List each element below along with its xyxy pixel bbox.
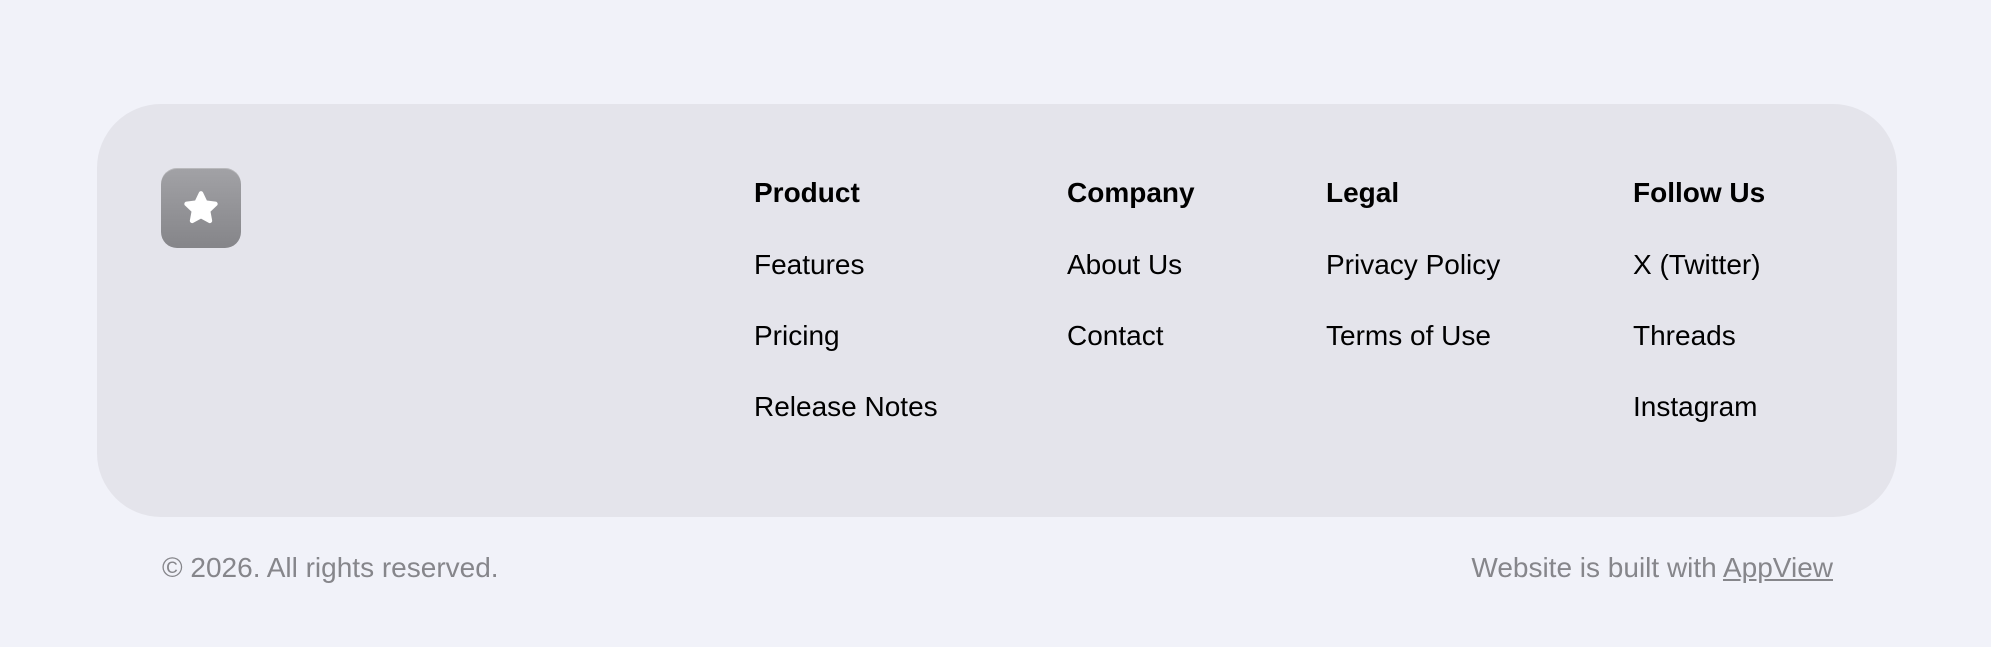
link-list-product: Features Pricing Release Notes (754, 248, 938, 429)
app-logo[interactable] (161, 168, 241, 248)
list-item: Instagram (1633, 390, 1765, 429)
list-item: Threads (1633, 319, 1765, 358)
column-heading-follow-us: Follow Us (1633, 177, 1766, 208)
list-item: Features (754, 248, 938, 287)
built-with-credit: Website is built with AppView (1471, 552, 1833, 584)
link-features[interactable]: Features (754, 249, 865, 280)
appview-link[interactable]: AppView (1723, 552, 1833, 583)
column-heading-company: Company (1067, 177, 1195, 208)
column-heading-product: Product (754, 177, 860, 208)
link-list-legal: Privacy Policy Terms of Use (1326, 248, 1500, 358)
link-list-company: About Us Contact (1067, 248, 1195, 358)
credit-prefix: Website is built with (1471, 552, 1723, 583)
column-heading-legal: Legal (1326, 177, 1400, 208)
footer-bottom-bar: © 2026. All rights reserved. Website is … (162, 552, 1833, 584)
link-x-twitter[interactable]: X (Twitter) (1633, 249, 1761, 280)
list-item: Privacy Policy (1326, 248, 1500, 287)
footer-column-follow-us: Follow Us X (Twitter) Threads Instagram (1633, 176, 1765, 461)
link-instagram[interactable]: Instagram (1633, 391, 1758, 422)
footer-card: Product Features Pricing Release Notes C… (97, 104, 1897, 517)
list-item: Release Notes (754, 390, 938, 429)
link-contact[interactable]: Contact (1067, 320, 1164, 351)
footer-column-company: Company About Us Contact (1067, 176, 1195, 390)
list-item: About Us (1067, 248, 1195, 287)
footer-column-legal: Legal Privacy Policy Terms of Use (1326, 176, 1500, 390)
link-threads[interactable]: Threads (1633, 320, 1736, 351)
list-item: Pricing (754, 319, 938, 358)
footer-column-product: Product Features Pricing Release Notes (754, 176, 938, 461)
link-list-follow-us: X (Twitter) Threads Instagram (1633, 248, 1765, 429)
list-item: Contact (1067, 319, 1195, 358)
list-item: X (Twitter) (1633, 248, 1765, 287)
link-about-us[interactable]: About Us (1067, 249, 1182, 280)
link-privacy-policy[interactable]: Privacy Policy (1326, 249, 1500, 280)
link-terms-of-use[interactable]: Terms of Use (1326, 320, 1491, 351)
link-release-notes[interactable]: Release Notes (754, 391, 938, 422)
link-pricing[interactable]: Pricing (754, 320, 840, 351)
list-item: Terms of Use (1326, 319, 1500, 358)
star-icon (184, 191, 218, 224)
copyright-text: © 2026. All rights reserved. (162, 552, 499, 583)
